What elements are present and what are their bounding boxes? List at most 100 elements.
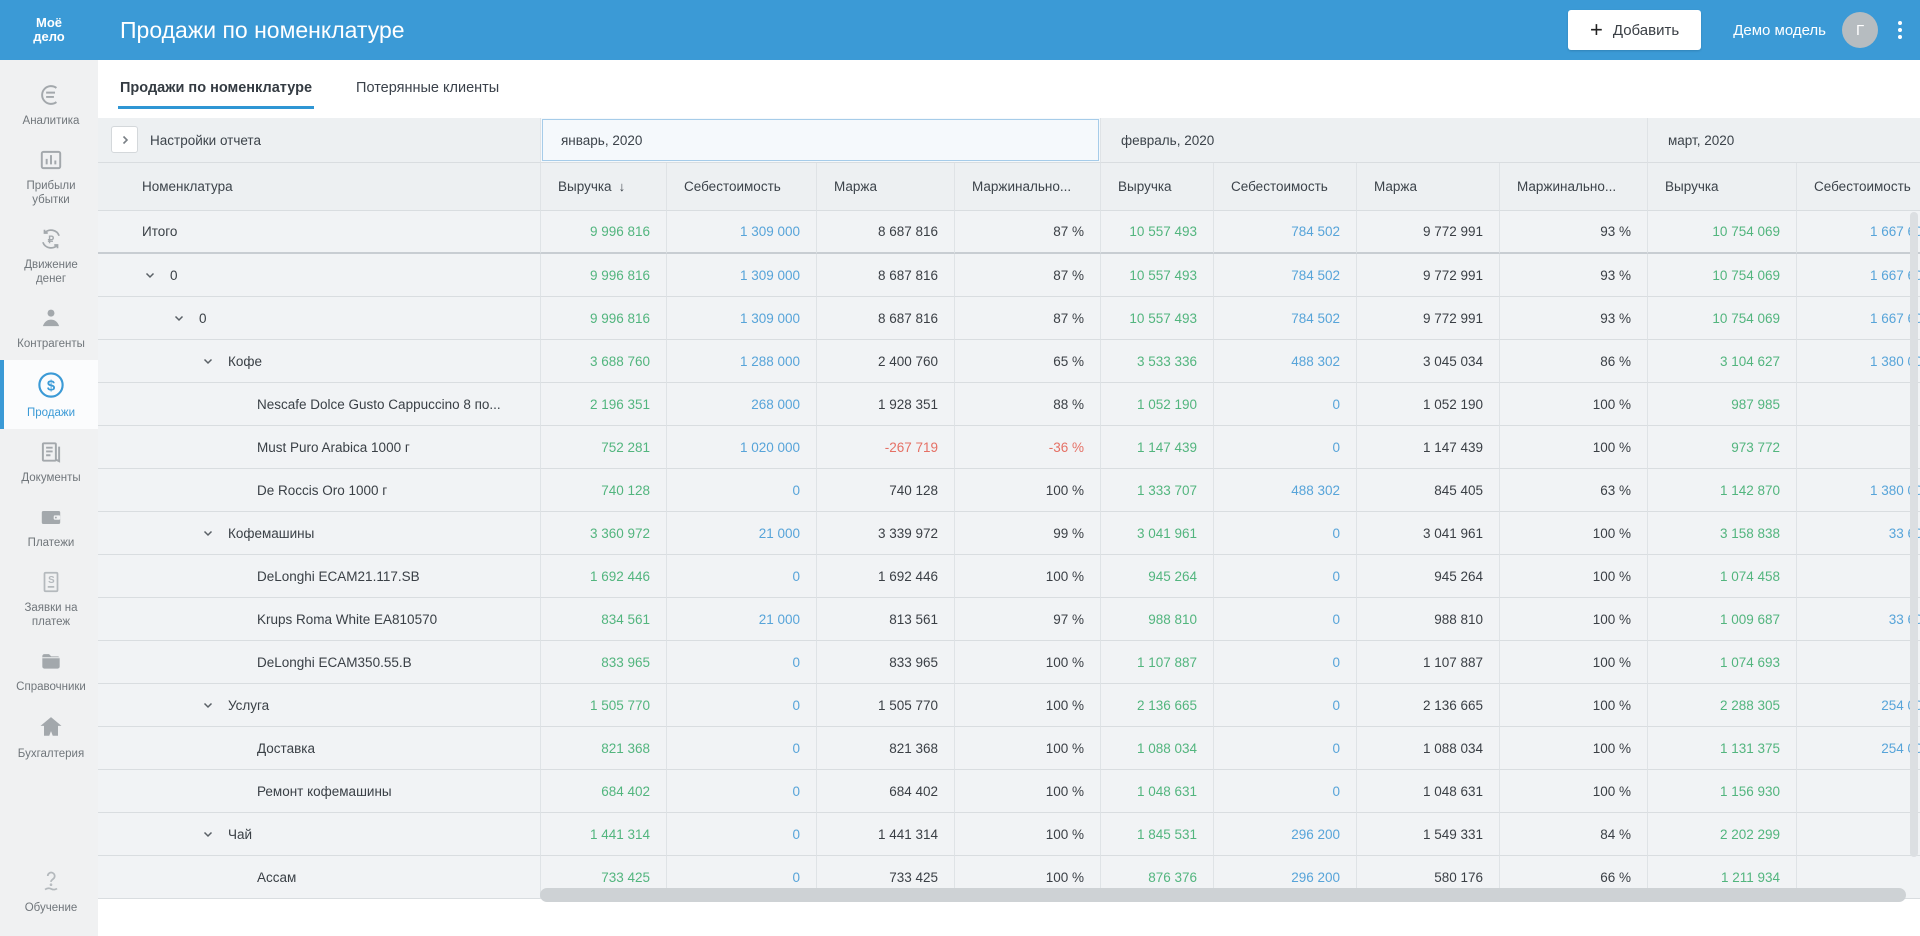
nomenclature-cell[interactable]: DeLonghi ECAM21.117.SB bbox=[98, 555, 540, 598]
month-header-february[interactable]: февраль, 2020 bbox=[1100, 118, 1647, 163]
sidebar-item-directories[interactable]: Справочники bbox=[0, 638, 98, 703]
sidebar-item-accounting[interactable]: Бухгалтерия bbox=[0, 703, 98, 770]
value-cell: 1 131 375 bbox=[1647, 727, 1796, 770]
month-header-march[interactable]: март, 2020 bbox=[1647, 118, 1920, 163]
value-cell: 0 bbox=[666, 770, 816, 813]
column-header-metric[interactable]: Маржа bbox=[1356, 163, 1499, 211]
sidebar-item-analytics[interactable]: Аналитика bbox=[0, 72, 98, 137]
value-cell: 1 549 331 bbox=[1356, 813, 1499, 856]
sidebar-item-sales[interactable]: $ Продажи bbox=[0, 360, 98, 429]
sidebar-item-training[interactable]: Обучение bbox=[0, 859, 98, 924]
value-cell: 945 264 bbox=[1100, 555, 1213, 598]
column-header-metric[interactable]: Выручка bbox=[1647, 163, 1796, 211]
kebab-menu-icon[interactable] bbox=[1894, 17, 1906, 43]
accounting-icon bbox=[37, 713, 65, 741]
nomenclature-label: Кофе bbox=[228, 354, 262, 369]
nomenclature-cell[interactable]: Доставка bbox=[98, 727, 540, 770]
nomenclature-cell[interactable]: Кофемашины bbox=[98, 512, 540, 555]
value-cell: 0 bbox=[1213, 727, 1356, 770]
value-cell: 100 % bbox=[954, 684, 1100, 727]
value-cell: 0 bbox=[1213, 641, 1356, 684]
chevron-down-icon[interactable] bbox=[144, 269, 170, 281]
value-cell: 821 368 bbox=[540, 727, 666, 770]
svg-text:₽: ₽ bbox=[48, 235, 55, 246]
value-cell: 10 754 069 bbox=[1647, 254, 1796, 297]
value-cell: 2 288 305 bbox=[1647, 684, 1796, 727]
months-row: Настройки отчета январь, 2020 февраль, 2… bbox=[98, 118, 1920, 163]
sidebar-item-contractors[interactable]: Контрагенты bbox=[0, 295, 98, 360]
column-header-metric[interactable]: Себестоимость bbox=[1213, 163, 1356, 211]
value-cell: 1 441 314 bbox=[816, 813, 954, 856]
avatar[interactable]: Г bbox=[1842, 12, 1878, 48]
value-cell: 1 667 600 bbox=[1796, 297, 1920, 340]
value-cell: 100 % bbox=[1499, 512, 1647, 555]
nomenclature-cell[interactable]: Nescafe Dolce Gusto Cappuccino 8 по... bbox=[98, 383, 540, 426]
nomenclature-cell[interactable]: Кофе bbox=[98, 340, 540, 383]
nomenclature-cell[interactable]: Ремонт кофемашины bbox=[98, 770, 540, 813]
column-header-metric[interactable]: Себестоимость bbox=[1796, 163, 1920, 211]
nomenclature-label: DeLonghi ECAM21.117.SB bbox=[257, 569, 420, 584]
value-cell: 33 600 bbox=[1796, 512, 1920, 555]
account-name[interactable]: Демо модель bbox=[1733, 22, 1826, 39]
sidebar-item-payment-requests[interactable]: S Заявки на платеж bbox=[0, 559, 98, 638]
nomenclature-cell[interactable]: Услуга bbox=[98, 684, 540, 727]
value-cell: 0 bbox=[666, 641, 816, 684]
value-cell: 2 196 351 bbox=[540, 383, 666, 426]
value-cell: 8 687 816 bbox=[816, 211, 954, 254]
horizontal-scrollbar[interactable] bbox=[540, 888, 1906, 902]
value-cell: 1 009 687 bbox=[1647, 598, 1796, 641]
nomenclature-cell[interactable]: Ассам bbox=[98, 856, 540, 899]
value-cell: 0 bbox=[1213, 684, 1356, 727]
value-cell: 2 136 665 bbox=[1356, 684, 1499, 727]
value-cell: 9 996 816 bbox=[540, 211, 666, 254]
value-cell: 100 % bbox=[954, 813, 1100, 856]
chevron-down-icon[interactable] bbox=[173, 312, 199, 324]
tab-lost-clients[interactable]: Потерянные клиенты bbox=[354, 62, 501, 116]
nomenclature-label: Услуга bbox=[228, 698, 269, 713]
value-cell: 9 772 991 bbox=[1356, 297, 1499, 340]
vertical-scrollbar[interactable] bbox=[1910, 212, 1918, 857]
add-button[interactable]: + Добавить bbox=[1568, 10, 1701, 50]
value-cell: 945 264 bbox=[1356, 555, 1499, 598]
column-header-metric[interactable]: Маржинально... bbox=[954, 163, 1100, 211]
tab-sales-by-nomenclature[interactable]: Продажи по номенклатуре bbox=[118, 62, 314, 116]
chevron-down-icon[interactable] bbox=[202, 355, 228, 367]
value-cell: 99 % bbox=[954, 512, 1100, 555]
nomenclature-cell[interactable]: Чай bbox=[98, 813, 540, 856]
column-header-metric[interactable]: Маржинально... bbox=[1499, 163, 1647, 211]
nomenclature-cell[interactable]: Krups Roma White EA810570 bbox=[98, 598, 540, 641]
nomenclature-cell[interactable]: 0 bbox=[98, 297, 540, 340]
value-cell bbox=[1796, 813, 1920, 856]
column-header-metric[interactable]: Выручка bbox=[1100, 163, 1213, 211]
expand-settings-button[interactable] bbox=[111, 126, 138, 153]
value-cell: 10 754 069 bbox=[1647, 211, 1796, 254]
value-cell: 784 502 bbox=[1213, 297, 1356, 340]
nomenclature-cell[interactable]: 0 bbox=[98, 254, 540, 297]
sidebar-item-cash-flow[interactable]: ₽ Движение денег bbox=[0, 216, 98, 295]
plus-icon: + bbox=[1590, 19, 1603, 41]
month-header-january[interactable]: январь, 2020 bbox=[540, 118, 1100, 163]
value-cell: 100 % bbox=[954, 555, 1100, 598]
sidebar-item-profit-loss[interactable]: Прибыли убытки bbox=[0, 137, 98, 216]
value-cell: 10 557 493 bbox=[1100, 254, 1213, 297]
value-cell: 63 % bbox=[1499, 469, 1647, 512]
nomenclature-cell[interactable]: Итого bbox=[98, 211, 540, 254]
column-header-metric[interactable]: Маржа bbox=[816, 163, 954, 211]
value-cell: 1 309 000 bbox=[666, 254, 816, 297]
payments-icon bbox=[38, 504, 64, 530]
column-header-metric[interactable]: Выручка↓ bbox=[540, 163, 666, 211]
sort-desc-icon: ↓ bbox=[619, 179, 626, 194]
value-cell: 3 041 961 bbox=[1356, 512, 1499, 555]
nomenclature-cell[interactable]: Must Puro Arabica 1000 г bbox=[98, 426, 540, 469]
sidebar-item-documents[interactable]: Документы bbox=[0, 429, 98, 494]
chevron-down-icon[interactable] bbox=[202, 527, 228, 539]
nomenclature-cell[interactable]: DeLonghi ECAM350.55.B bbox=[98, 641, 540, 684]
column-header-metric[interactable]: Себестоимость bbox=[666, 163, 816, 211]
chevron-down-icon[interactable] bbox=[202, 699, 228, 711]
value-cell: 987 985 bbox=[1647, 383, 1796, 426]
nomenclature-cell[interactable]: De Roccis Oro 1000 г bbox=[98, 469, 540, 512]
chevron-down-icon[interactable] bbox=[202, 828, 228, 840]
sidebar-item-payments[interactable]: Платежи bbox=[0, 494, 98, 559]
column-header-nomenclature[interactable]: Номенклатура bbox=[98, 163, 540, 211]
value-cell: 0 bbox=[666, 684, 816, 727]
